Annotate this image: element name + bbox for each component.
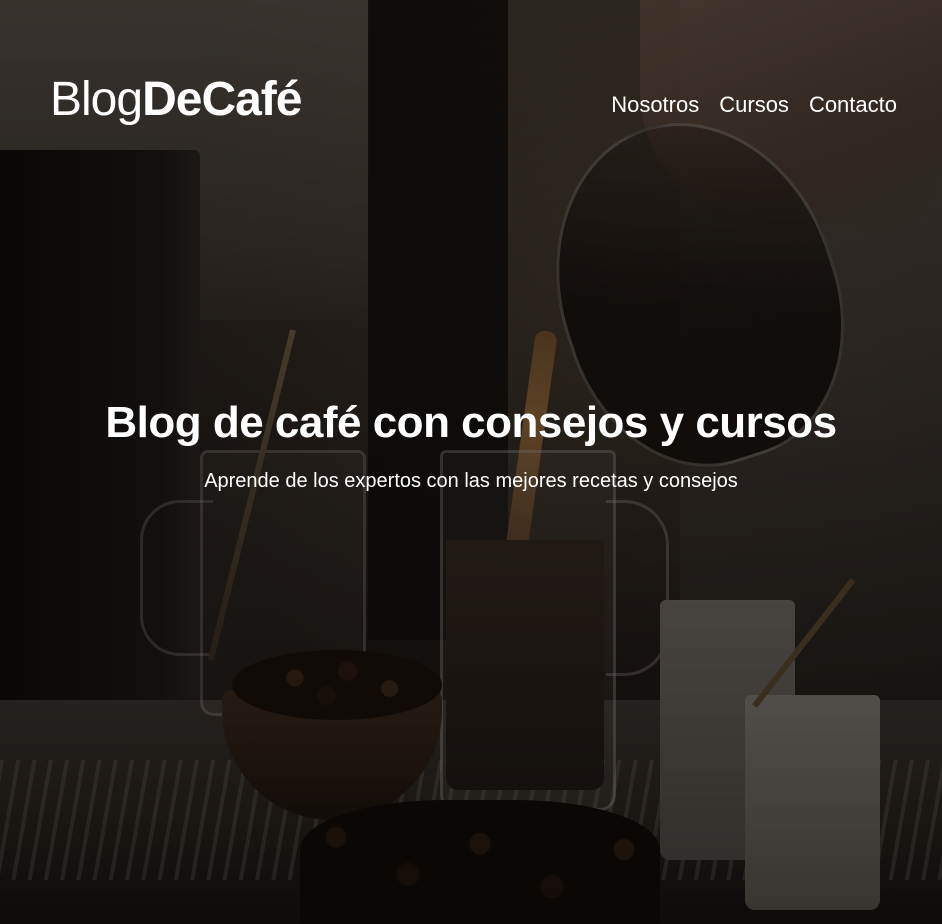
nav-link-contacto[interactable]: Contacto [809,92,897,118]
hero-subtitle: Aprende de los expertos con las mejores … [204,470,738,492]
dark-overlay [0,0,942,924]
logo-text-light: Blog [50,73,143,126]
site-logo[interactable]: BlogDeCafé [50,73,302,126]
nav-link-nosotros[interactable]: Nosotros [611,92,699,118]
hero-background-image [0,0,942,924]
nav-link-cursos[interactable]: Cursos [719,92,789,118]
logo-text-bold: DeCafé [142,73,302,126]
main-navigation: Nosotros Cursos Contacto [611,92,897,118]
hero-title: Blog de café con consejos y cursos [105,398,837,447]
